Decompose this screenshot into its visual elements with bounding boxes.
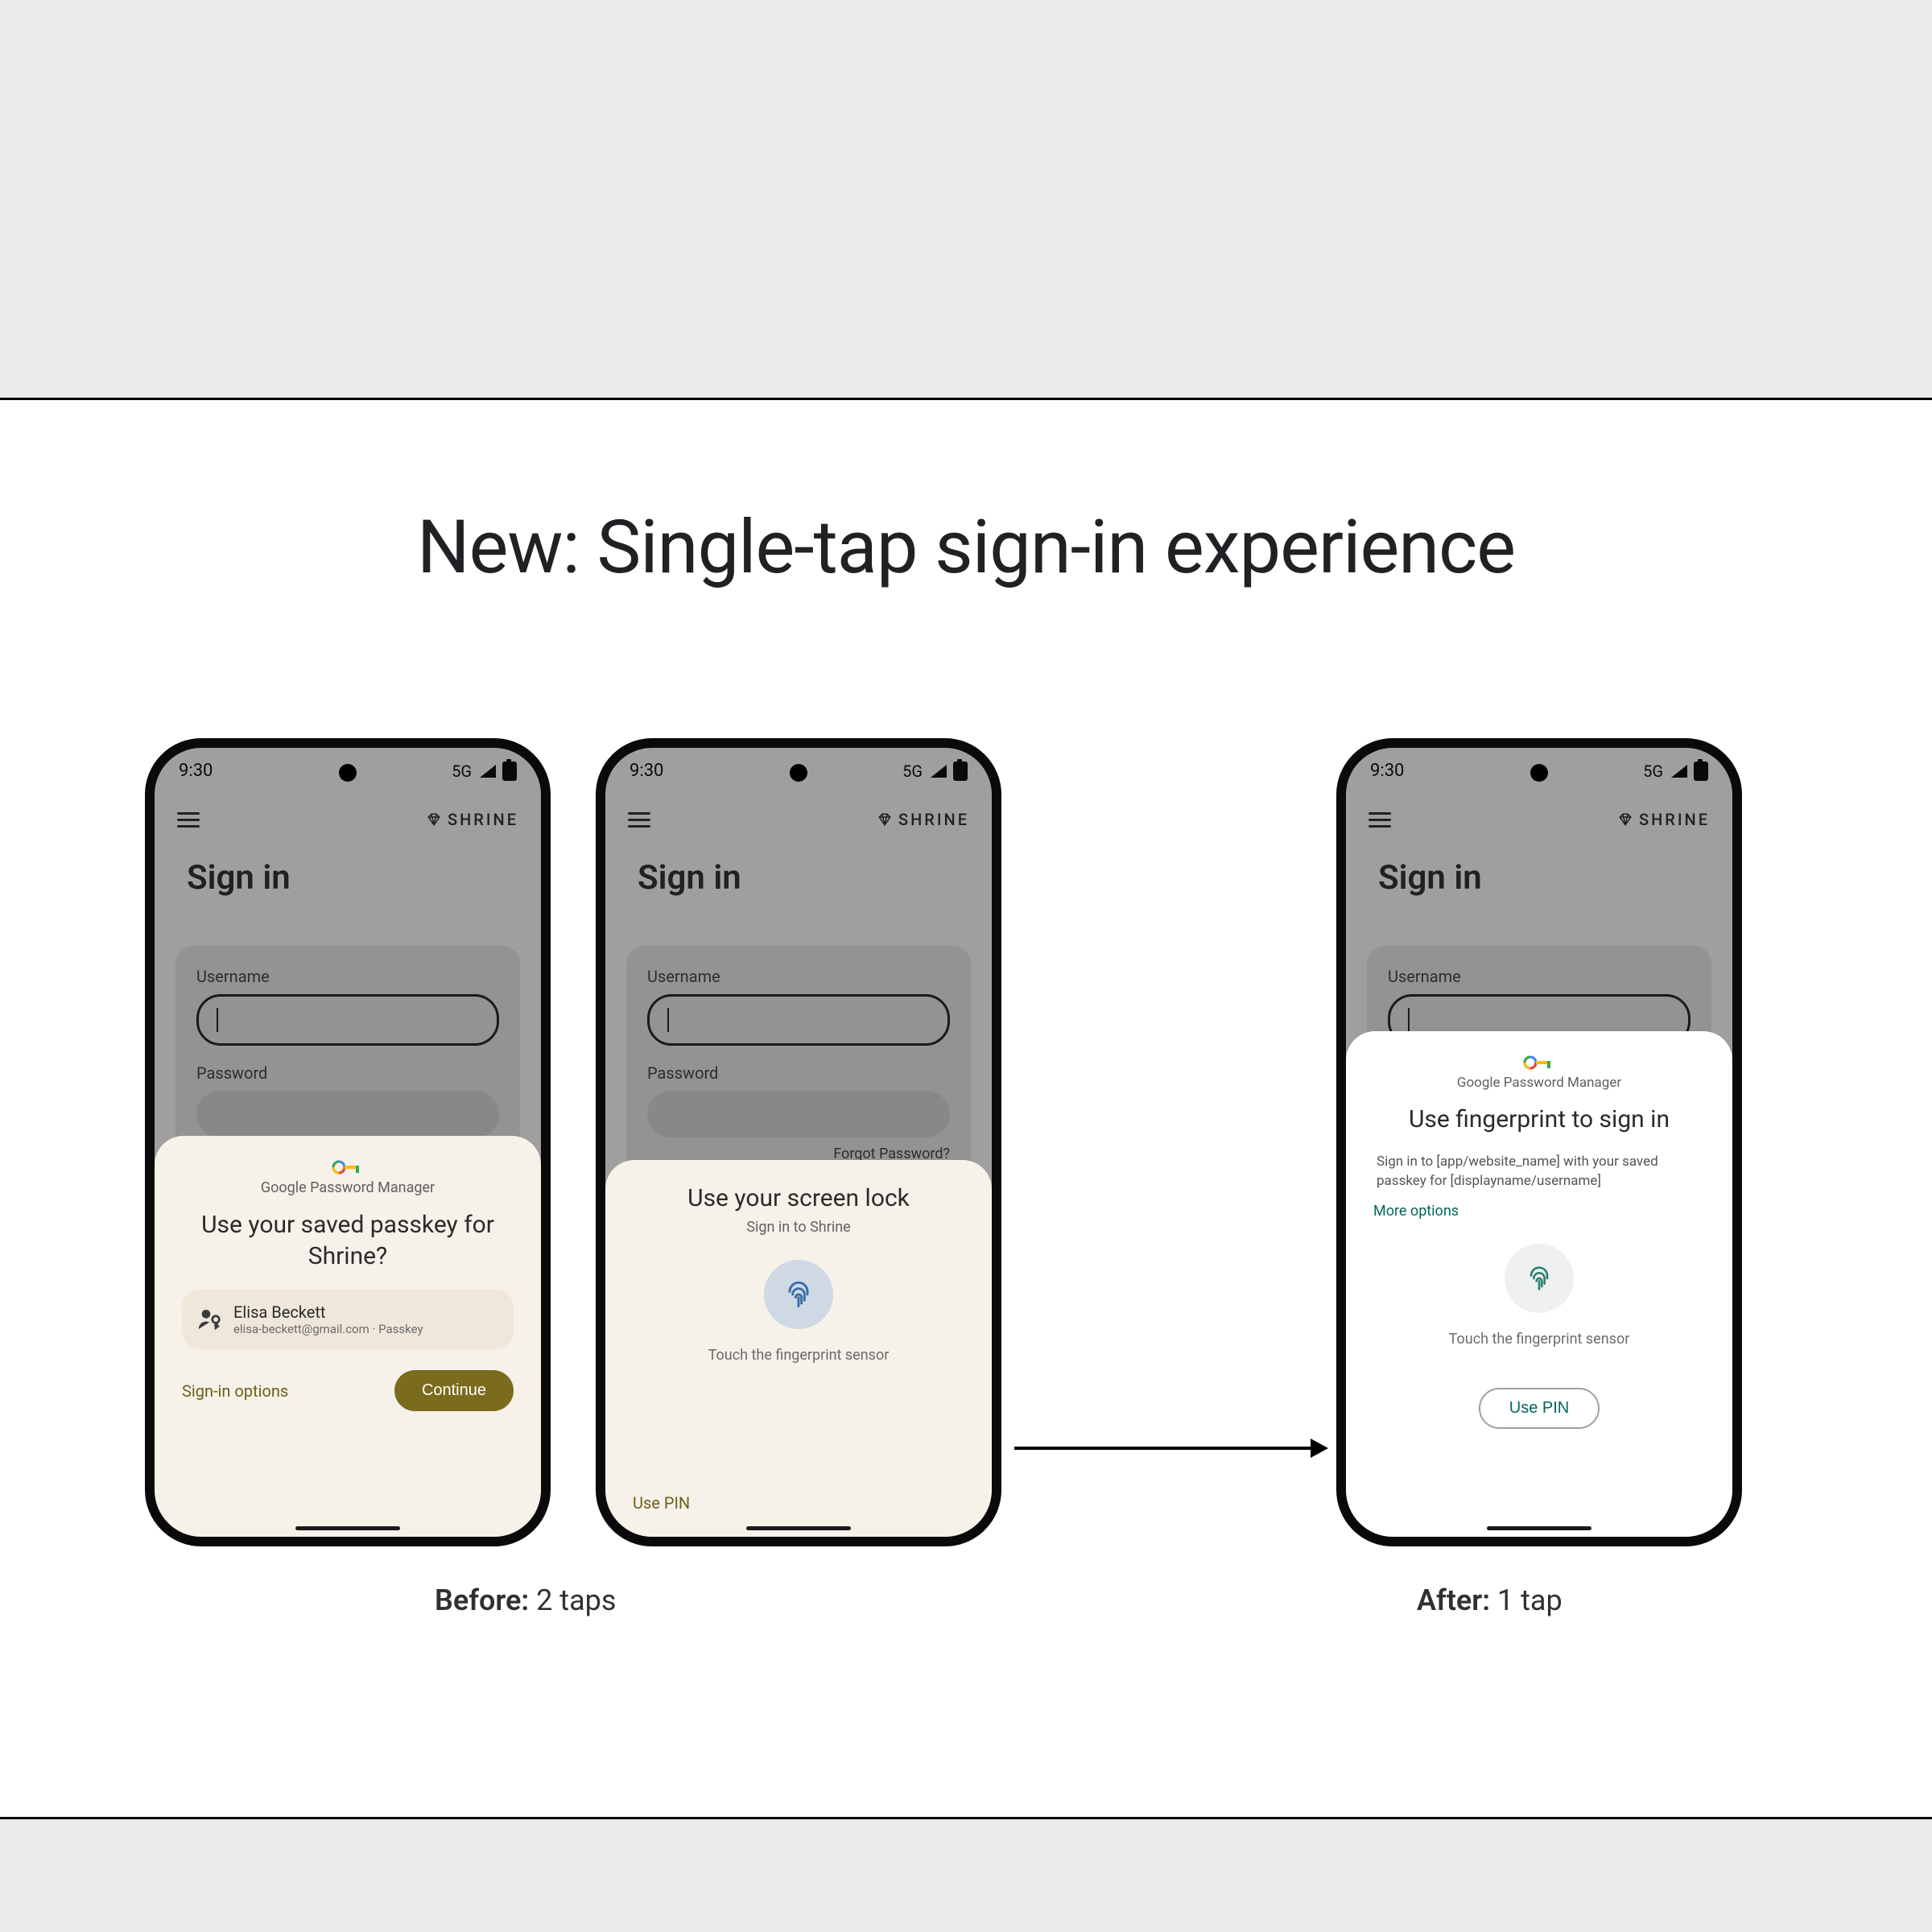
caption-after-value: 1 tap [1490,1583,1563,1617]
fingerprint-sensor[interactable] [764,1260,833,1329]
username-label: Username [647,967,950,986]
status-right: 5G [1643,762,1708,781]
use-pin-button[interactable]: Use PIN [1479,1388,1600,1429]
signal-icon [480,765,496,778]
home-indicator[interactable] [1487,1526,1591,1530]
status-right: 5G [452,762,517,781]
diamond-icon [427,812,441,827]
status-net: 5G [452,762,472,781]
passkey-prompt-title: Use your saved passkey for Shrine? [190,1209,506,1272]
signin-form: Username Password Forgot Password? [626,946,971,1174]
fingerprint-area: Touch the fingerprint sensor [1373,1244,1705,1348]
passkey-sheet: Google Password Manager Use your saved p… [155,1136,541,1537]
gpm-logo [182,1158,514,1176]
password-label: Password [647,1063,950,1083]
brand-text: SHRINE [1639,810,1710,829]
password-label: Password [196,1063,499,1083]
use-pin-link[interactable]: Use PIN [633,1493,690,1513]
slide-title: New: Single-tap sign-in experience [0,505,1932,591]
fingerprint-icon [781,1277,816,1312]
fingerprint-sheet: Google Password Manager Use fingerprint … [1346,1031,1732,1537]
signin-heading: Sign in [155,836,541,930]
camera-cutout [790,764,807,782]
camera-cutout [339,764,357,782]
gpm-name: Google Password Manager [182,1179,514,1196]
fingerprint-area: Touch the fingerprint sensor [633,1260,964,1364]
screenlock-sub: Sign in to Shrine [633,1219,964,1236]
battery-icon [502,762,517,781]
account-sub: elisa-beckett@gmail.com · Passkey [233,1322,423,1336]
username-label: Username [1388,967,1690,986]
diamond-icon [1618,812,1633,827]
app-chrome: SHRINE [605,787,992,836]
username-label: Username [196,967,499,986]
home-indicator[interactable] [746,1526,851,1530]
status-time: 9:30 [179,761,213,781]
menu-icon[interactable] [177,812,200,827]
app-chrome: SHRINE [1346,787,1732,836]
camera-cutout [1530,764,1548,782]
fingerprint-hint: Touch the fingerprint sensor [1449,1331,1630,1348]
status-right: 5G [902,762,968,781]
screenlock-sheet: Use your screen lock Sign in to Shrine T… [605,1160,992,1537]
signal-icon [1671,765,1687,778]
caption-after: After: 1 tap [1417,1583,1563,1617]
status-time: 9:30 [630,761,663,781]
brand-text: SHRINE [448,810,518,829]
password-field[interactable] [647,1091,950,1137]
fingerprint-icon [1523,1262,1555,1294]
caption-before: Before: 2 taps [435,1583,616,1617]
password-field[interactable] [196,1091,499,1137]
status-net: 5G [902,762,923,781]
fp-sheet-body: Sign in to [app/website_name] with your … [1377,1153,1702,1191]
app-brand: SHRINE [877,810,969,829]
gpm-name: Google Password Manager [1373,1075,1705,1091]
phone-after: 9:30 5G SHRINE Sign in Username [1336,738,1742,1546]
sheet-actions: Sign-in options Continue [182,1370,514,1411]
caption-before-value: 2 taps [529,1583,616,1617]
brand-text: SHRINE [898,810,969,829]
signal-icon [931,765,947,778]
app-brand: SHRINE [1618,810,1710,829]
phones-row: 9:30 5G SHRINE Sign in Username [0,738,1932,1591]
battery-icon [1694,762,1708,781]
phone-before-step1: 9:30 5G SHRINE Sign in Username [145,738,551,1546]
fingerprint-hint: Touch the fingerprint sensor [708,1347,890,1364]
signin-options-link[interactable]: Sign-in options [182,1381,288,1401]
app-chrome: SHRINE [155,787,541,836]
home-indicator[interactable] [295,1526,400,1530]
screenlock-title: Use your screen lock [641,1183,956,1214]
phone-before-step2: 9:30 5G SHRINE Sign in Username [596,738,1001,1546]
fp-sheet-title: Use fingerprint to sign in [1381,1104,1697,1135]
gpm-logo [1373,1054,1705,1071]
caption-before-label: Before: [435,1583,529,1617]
diamond-icon [877,812,892,827]
status-time: 9:30 [1370,761,1404,781]
menu-icon[interactable] [628,812,650,827]
username-field[interactable] [196,994,499,1046]
app-brand: SHRINE [427,810,518,829]
signin-heading: Sign in [1346,836,1732,930]
menu-icon[interactable] [1368,812,1391,827]
arrow [1014,1439,1328,1440]
account-name: Elisa Beckett [233,1302,423,1322]
fingerprint-sensor[interactable] [1505,1244,1574,1313]
more-options-link[interactable]: More options [1373,1203,1705,1220]
passkey-icon [196,1307,222,1332]
signin-heading: Sign in [605,836,992,930]
account-row[interactable]: Elisa Beckett elisa-beckett@gmail.com · … [182,1290,514,1349]
username-field[interactable] [647,994,950,1046]
status-net: 5G [1643,762,1663,781]
caption-after-label: After: [1417,1583,1490,1617]
continue-button[interactable]: Continue [394,1370,514,1411]
arrow-head-icon [1311,1439,1328,1458]
battery-icon [953,762,968,781]
slide: New: Single-tap sign-in experience 9:30 … [0,398,1932,1819]
